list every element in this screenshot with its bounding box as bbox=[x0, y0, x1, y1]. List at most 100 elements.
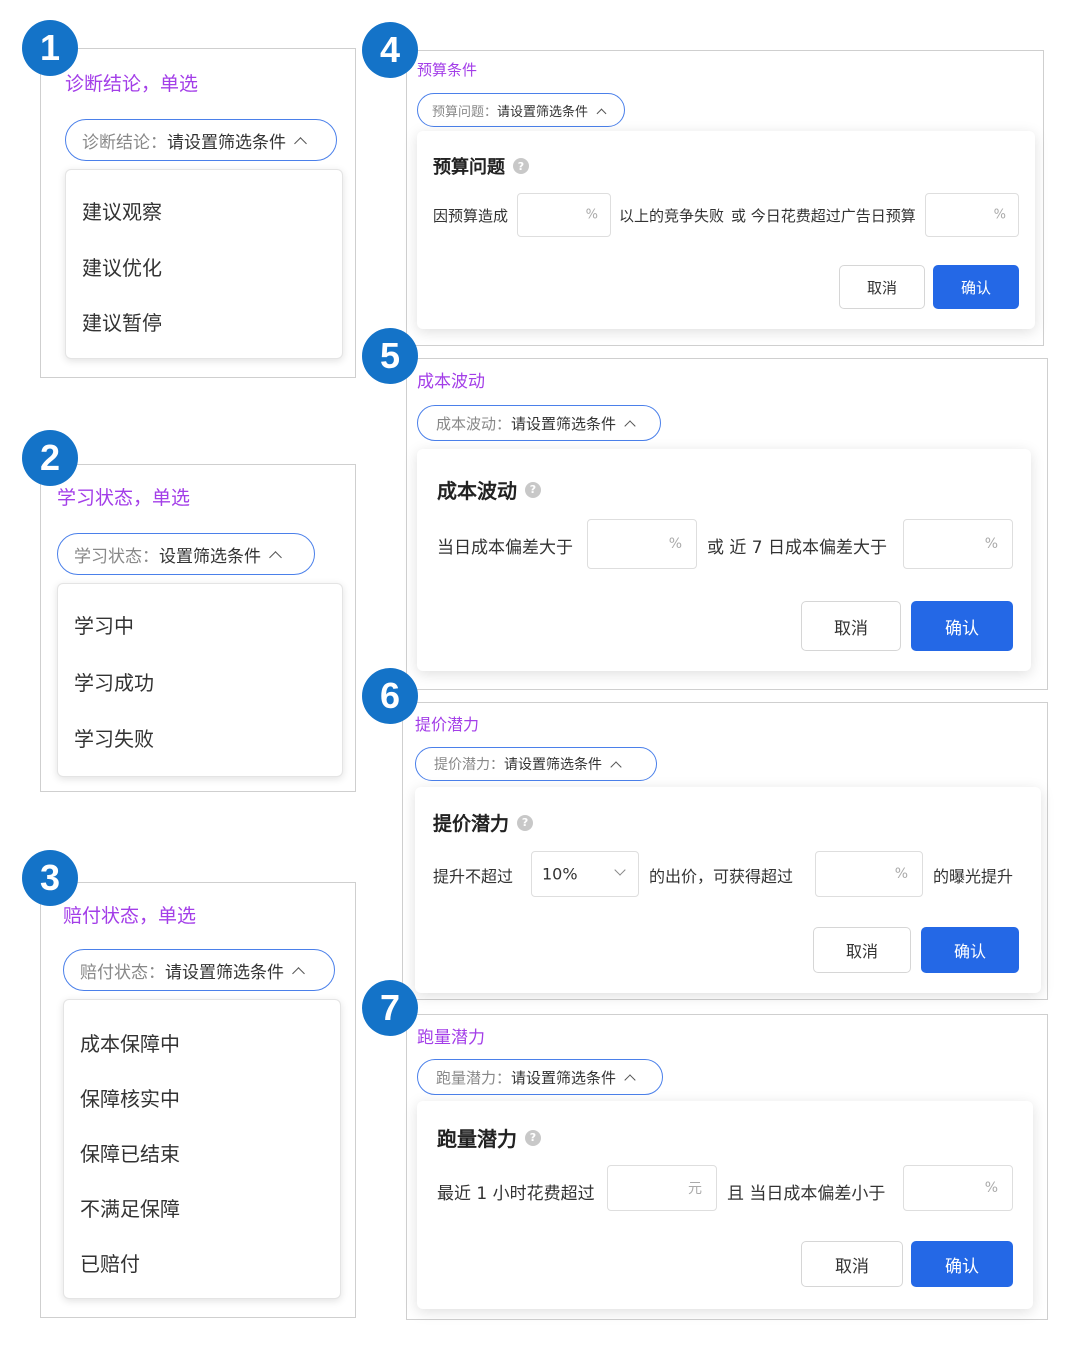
filter-label: 学习状态： bbox=[74, 546, 159, 567]
hourly-spend-label: 最近 1 小时花费超过 bbox=[437, 1184, 595, 1204]
hourly-spend-input[interactable]: 元 bbox=[607, 1165, 717, 1211]
filter-label: 提价潜力： bbox=[434, 757, 504, 773]
card-title: 预算问题 ? bbox=[433, 153, 529, 179]
chevron-up-icon bbox=[596, 108, 607, 118]
confirm-button[interactable]: 确认 bbox=[911, 1241, 1013, 1287]
filter-value: 请设置筛选条件 bbox=[167, 132, 286, 153]
filter-value: 请设置筛选条件 bbox=[497, 104, 589, 120]
panel-diagnosis: 诊断结论，单选 诊断结论： 请设置筛选条件 建议观察 建议优化 建议暂停 bbox=[40, 48, 356, 378]
daily-budget-label: 或 今日花费超过广告日预算 bbox=[731, 207, 916, 225]
budget-filter-pill[interactable]: 预算问题： 请设置筛选条件 bbox=[417, 93, 625, 127]
confirm-button[interactable]: 确认 bbox=[921, 927, 1019, 973]
option-learning-success[interactable]: 学习成功 bbox=[74, 667, 154, 696]
card-title-text: 预算问题 bbox=[433, 157, 505, 178]
chevron-up-icon bbox=[624, 1074, 636, 1086]
chevron-up-icon bbox=[610, 761, 622, 773]
filter-value: 请设置筛选条件 bbox=[511, 1068, 617, 1087]
panel-title: 学习状态，单选 bbox=[57, 487, 191, 509]
volume-potential-filter-pill[interactable]: 跑量潜力： 请设置筛选条件 bbox=[417, 1059, 663, 1095]
learning-dropdown: 学习中 学习成功 学习失败 bbox=[57, 583, 343, 777]
daily-budget-percent-input[interactable]: % bbox=[925, 193, 1019, 237]
daily-cost-deviation-label: 当日成本偏差大于 bbox=[437, 538, 573, 558]
cancel-button[interactable]: 取消 bbox=[813, 927, 911, 973]
step-badge-2: 2 bbox=[22, 430, 78, 486]
filter-value: 设置筛选条件 bbox=[159, 546, 261, 567]
card-title: 跑量潜力 ? bbox=[437, 1123, 541, 1152]
option-not-eligible[interactable]: 不满足保障 bbox=[80, 1193, 180, 1222]
panel-title: 跑量潜力 bbox=[417, 1028, 485, 1048]
question-circle-icon: ? bbox=[517, 814, 534, 831]
filter-label: 成本波动： bbox=[436, 414, 512, 433]
option-optimize[interactable]: 建议优化 bbox=[82, 252, 162, 281]
cancel-button[interactable]: 取消 bbox=[839, 265, 925, 309]
learning-filter-pill[interactable]: 学习状态： 设置筛选条件 bbox=[57, 533, 315, 575]
exposure-increase-label: 的曝光提升 bbox=[933, 867, 1014, 886]
percent-unit: % bbox=[585, 207, 598, 223]
chevron-up-icon bbox=[269, 550, 282, 564]
cost-fluctuation-card: 成本波动 ? 当日成本偏差大于 % 或 近 7 日成本偏差大于 % 取消 确认 bbox=[417, 449, 1031, 671]
compensation-dropdown: 成本保障中 保障核实中 保障已结束 不满足保障 已赔付 bbox=[63, 999, 341, 1299]
panel-compensation-status: 赔付状态，单选 赔付状态： 请设置筛选条件 成本保障中 保障核实中 保障已结束 … bbox=[40, 882, 356, 1318]
filter-value: 请设置筛选条件 bbox=[511, 414, 617, 433]
filter-value: 请设置筛选条件 bbox=[165, 962, 284, 983]
card-title-text: 提价潜力 bbox=[433, 813, 510, 835]
daily-deviation-percent-input[interactable]: % bbox=[587, 519, 697, 569]
chevron-up-icon bbox=[294, 136, 307, 150]
option-verifying[interactable]: 保障核实中 bbox=[80, 1083, 180, 1112]
panel-title: 诊断结论，单选 bbox=[65, 73, 199, 95]
option-compensated[interactable]: 已赔付 bbox=[80, 1248, 140, 1277]
diagnosis-dropdown: 建议观察 建议优化 建议暂停 bbox=[65, 169, 343, 359]
question-circle-icon: ? bbox=[525, 481, 541, 498]
option-cost-guarantee[interactable]: 成本保障中 bbox=[80, 1028, 180, 1057]
panel-learning-status: 学习状态，单选 学习状态： 设置筛选条件 学习中 学习成功 学习失败 bbox=[40, 464, 356, 792]
card-title: 成本波动 ? bbox=[437, 475, 541, 504]
option-observe[interactable]: 建议观察 bbox=[82, 196, 162, 225]
chevron-up-icon bbox=[624, 420, 636, 432]
step-badge-5: 5 bbox=[362, 328, 418, 384]
percent-unit: % bbox=[668, 536, 682, 552]
panel-title: 成本波动 bbox=[417, 372, 485, 392]
question-circle-icon: ? bbox=[513, 158, 529, 174]
panel-cost-fluctuation: 成本波动 成本波动： 请设置筛选条件 成本波动 ? 当日成本偏差大于 % 或 近… bbox=[406, 358, 1048, 690]
percent-unit: % bbox=[984, 1180, 998, 1196]
panel-budget: 预算条件 预算问题： 请设置筛选条件 预算问题 ? 因预算造成 % 以上的竞争失… bbox=[406, 50, 1044, 346]
daily-cost-deviation-label: 且 当日成本偏差小于 bbox=[727, 1184, 886, 1204]
seven-day-deviation-percent-input[interactable]: % bbox=[903, 519, 1013, 569]
selected-value: 10% bbox=[542, 864, 578, 884]
panel-volume-potential: 跑量潜力 跑量潜力： 请设置筛选条件 跑量潜力 ? 最近 1 小时花费超过 元 … bbox=[406, 1014, 1048, 1320]
confirm-button[interactable]: 确认 bbox=[911, 601, 1013, 651]
step-badge-4: 4 bbox=[362, 22, 418, 78]
cancel-button[interactable]: 取消 bbox=[801, 1241, 903, 1287]
panel-title: 提价潜力 bbox=[415, 715, 480, 734]
chevron-up-icon bbox=[292, 966, 305, 980]
option-learning[interactable]: 学习中 bbox=[74, 610, 134, 639]
card-title-text: 成本波动 bbox=[437, 479, 517, 503]
filter-label: 诊断结论： bbox=[82, 132, 167, 153]
compensation-filter-pill[interactable]: 赔付状态： 请设置筛选条件 bbox=[63, 949, 335, 991]
cost-fluctuation-filter-pill[interactable]: 成本波动： 请设置筛选条件 bbox=[417, 405, 661, 441]
card-title-text: 跑量潜力 bbox=[437, 1127, 517, 1151]
exposure-percent-input[interactable]: % bbox=[815, 851, 923, 897]
card-title: 提价潜力 ? bbox=[433, 809, 534, 836]
step-badge-3: 3 bbox=[22, 850, 78, 906]
option-pause[interactable]: 建议暂停 bbox=[82, 307, 162, 336]
step-badge-6: 6 bbox=[362, 668, 418, 724]
chevron-down-icon bbox=[614, 864, 626, 877]
step-badge-7: 7 bbox=[362, 980, 418, 1036]
cancel-button[interactable]: 取消 bbox=[801, 601, 901, 651]
confirm-button[interactable]: 确认 bbox=[933, 265, 1019, 309]
panel-title: 赔付状态，单选 bbox=[63, 905, 197, 927]
budget-card: 预算问题 ? 因预算造成 % 以上的竞争失败 或 今日花费超过广告日预算 % 取… bbox=[417, 131, 1035, 329]
option-ended[interactable]: 保障已结束 bbox=[80, 1138, 180, 1167]
panel-title: 预算条件 bbox=[417, 61, 478, 79]
budget-cause-label: 因预算造成 bbox=[433, 207, 509, 225]
diagnosis-filter-pill[interactable]: 诊断结论： 请设置筛选条件 bbox=[65, 119, 337, 161]
bid-increase-select[interactable]: 10% bbox=[531, 851, 639, 897]
percent-unit: % bbox=[984, 536, 998, 552]
budget-loss-percent-input[interactable]: % bbox=[517, 193, 611, 237]
bid-potential-filter-pill[interactable]: 提价潜力： 请设置筛选条件 bbox=[415, 747, 657, 781]
daily-deviation-percent-input[interactable]: % bbox=[903, 1165, 1013, 1211]
step-badge-1: 1 bbox=[22, 20, 78, 76]
bid-result-label: 的出价，可获得超过 bbox=[649, 867, 794, 886]
option-learning-failed[interactable]: 学习失败 bbox=[74, 723, 154, 752]
